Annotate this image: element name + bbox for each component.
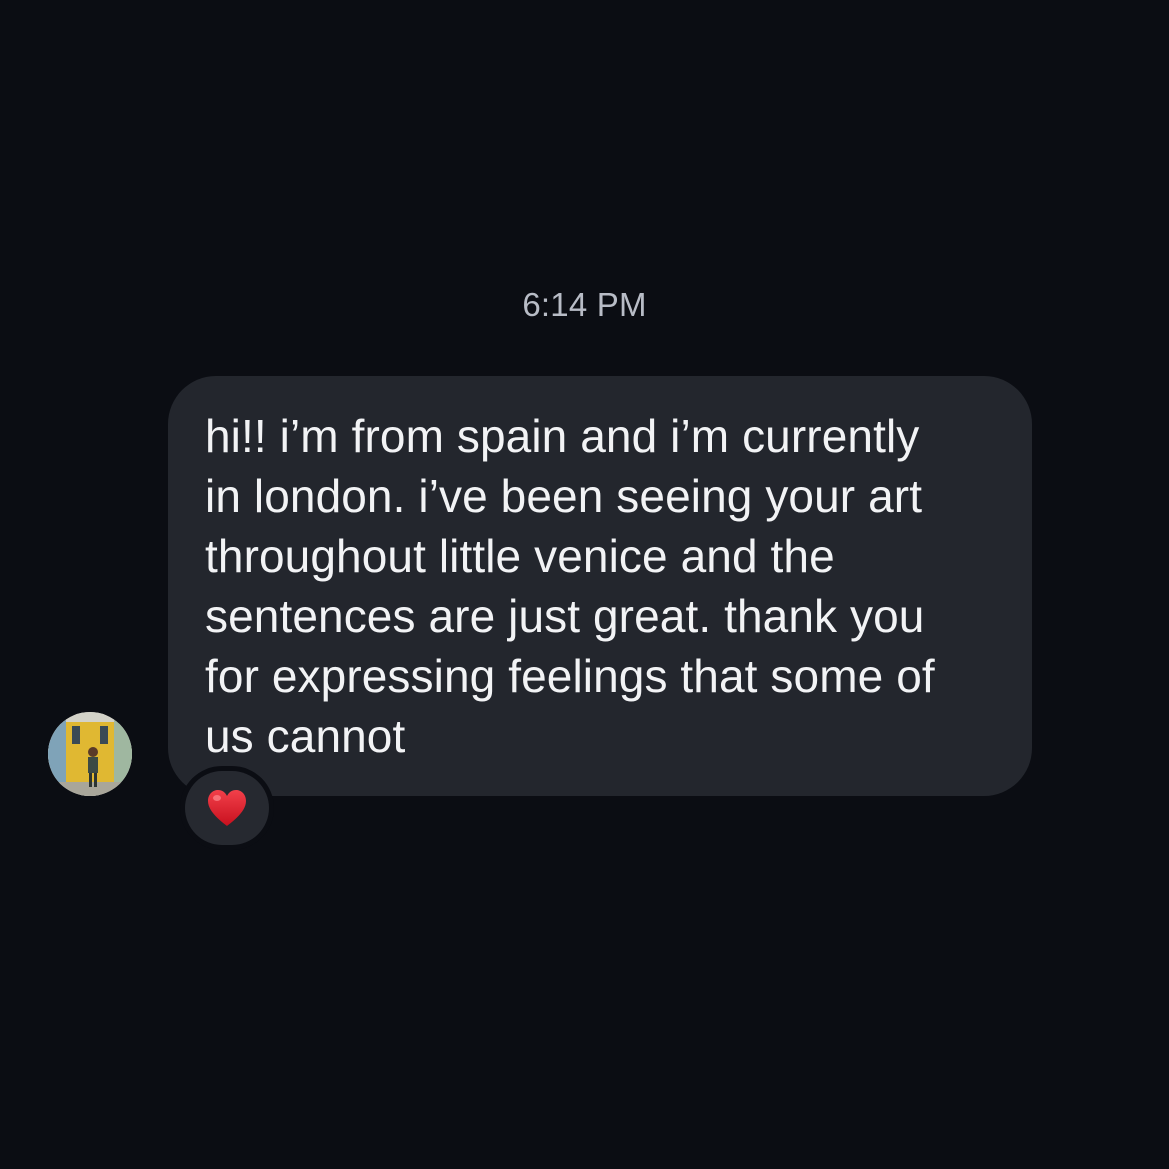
message-reaction[interactable]: [180, 766, 274, 850]
message-bubble[interactable]: hi!! i’m from spain and i’m currently in…: [168, 376, 1032, 796]
message-text: hi!! i’m from spain and i’m currently in…: [205, 410, 935, 762]
avatar-photo-icon: [48, 712, 132, 796]
reaction-pill: [185, 771, 269, 845]
red-heart-icon: [208, 790, 246, 826]
message-timestamp: 6:14 PM: [522, 286, 647, 323]
sender-avatar[interactable]: [48, 712, 132, 796]
